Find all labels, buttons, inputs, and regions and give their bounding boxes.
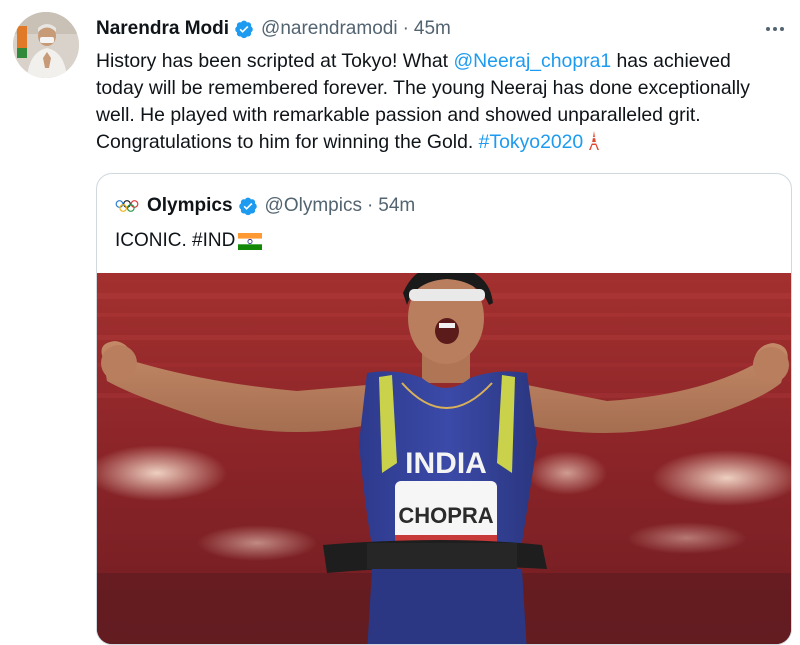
separator-dot: ·	[366, 195, 374, 216]
quoted-tweet-text-content: ICONIC. #IND	[115, 230, 236, 251]
bib-text: CHOPRA	[398, 503, 493, 528]
tokyo-tower-icon	[589, 131, 600, 150]
tweet-text-segment: Congratulations to him for winning the G…	[96, 131, 479, 153]
tweet-text-line: today will be remembered forever. The yo…	[96, 77, 750, 99]
more-options-icon[interactable]	[762, 16, 788, 42]
tweet-text-line: well. He played with remarkable passion …	[96, 104, 701, 126]
verified-badge-icon	[235, 20, 253, 39]
india-flag-icon	[238, 232, 263, 250]
tweet-text: History has been scripted at Tokyo! What…	[96, 48, 796, 156]
quoted-tweet-text: ICONIC. #IND	[115, 228, 263, 254]
quoted-author-handle[interactable]: @Olympics	[265, 195, 362, 217]
athlete-photo-image: INDIA CHOPRA	[97, 273, 791, 644]
quoted-tweet-header: Olympics @Olympics · 54m	[115, 192, 415, 220]
tweet-text-segment: has achieved	[611, 50, 731, 72]
olympic-rings-icon	[115, 200, 139, 212]
tweet-timestamp[interactable]: 45m	[414, 18, 451, 40]
avatar-image	[13, 12, 79, 78]
quoted-tweet-timestamp[interactable]: 54m	[378, 195, 415, 217]
verified-badge-icon	[238, 197, 257, 216]
separator-dot: ·	[402, 18, 409, 39]
hashtag-link[interactable]: #Tokyo2020	[479, 131, 584, 153]
author-avatar[interactable]	[13, 12, 79, 78]
athlete-photo[interactable]: INDIA CHOPRA	[97, 273, 791, 644]
author-name[interactable]: Narendra Modi	[96, 18, 229, 40]
quoted-author-name[interactable]: Olympics	[147, 195, 233, 217]
quoted-tweet[interactable]: Olympics @Olympics · 54m ICONIC. #IND IN…	[96, 173, 792, 645]
tweet-text-line: Congratulations to him for winning the G…	[96, 129, 796, 156]
author-handle[interactable]: @narendramodi	[261, 18, 398, 40]
tweet-text-line: History has been scripted at Tokyo! What…	[96, 48, 796, 75]
tweet-text-segment: History has been scripted at Tokyo! What	[96, 50, 454, 72]
mention-link[interactable]: @Neeraj_chopra1	[453, 50, 611, 72]
jersey-text: INDIA	[405, 447, 487, 480]
tweet-header: Narendra Modi @narendramodi · 45m	[96, 14, 451, 44]
